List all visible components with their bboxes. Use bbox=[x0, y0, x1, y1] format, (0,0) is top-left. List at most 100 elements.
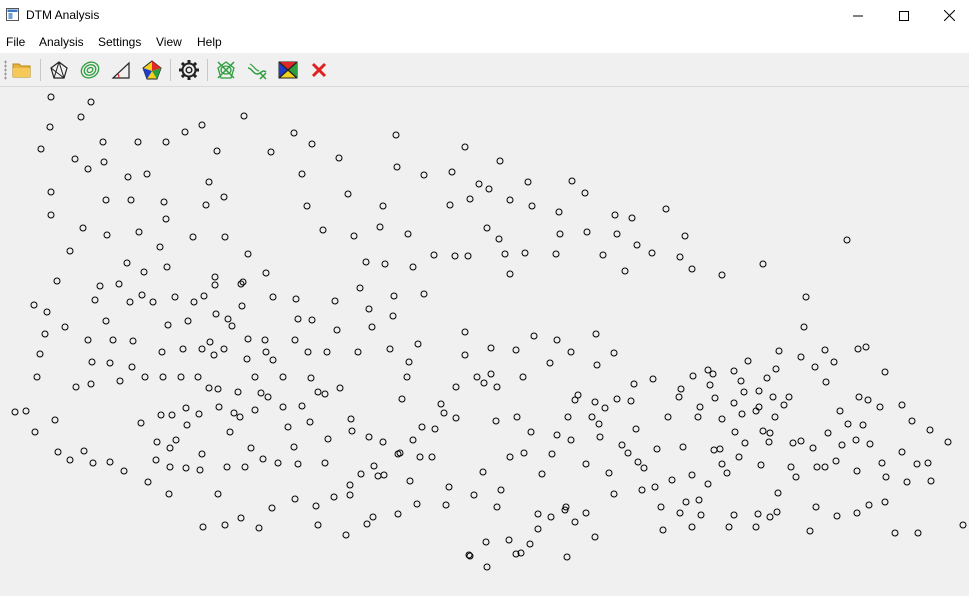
survey-point bbox=[496, 157, 504, 165]
settings-button[interactable] bbox=[178, 59, 200, 81]
survey-point bbox=[198, 345, 206, 353]
survey-point bbox=[662, 205, 670, 213]
survey-point bbox=[331, 297, 339, 305]
survey-point bbox=[54, 448, 62, 456]
menu-view[interactable]: View bbox=[156, 35, 182, 49]
survey-point bbox=[149, 298, 157, 306]
survey-point bbox=[376, 223, 384, 231]
maximize-button[interactable] bbox=[881, 0, 927, 31]
survey-point bbox=[211, 273, 219, 281]
survey-point bbox=[482, 538, 490, 546]
close-button[interactable] bbox=[926, 0, 969, 31]
survey-point bbox=[630, 380, 638, 388]
survey-point bbox=[213, 147, 221, 155]
survey-point bbox=[237, 514, 245, 522]
survey-point bbox=[513, 413, 521, 421]
survey-point bbox=[190, 298, 198, 306]
survey-point bbox=[179, 345, 187, 353]
close-icon bbox=[943, 10, 955, 21]
survey-point bbox=[556, 230, 564, 238]
survey-point bbox=[255, 524, 263, 532]
survey-point bbox=[393, 163, 401, 171]
survey-point bbox=[813, 463, 821, 471]
survey-point bbox=[418, 423, 426, 431]
survey-point bbox=[279, 403, 287, 411]
survey-point bbox=[120, 467, 128, 475]
survey-point bbox=[214, 385, 222, 393]
survey-point bbox=[852, 436, 860, 444]
survey-point bbox=[53, 277, 61, 285]
survey-point bbox=[521, 249, 529, 257]
slope-button[interactable] bbox=[110, 59, 132, 81]
menu-help[interactable]: Help bbox=[197, 35, 222, 49]
clear-all-button[interactable] bbox=[308, 59, 330, 81]
survey-point bbox=[613, 395, 621, 403]
clear-tin-icon bbox=[217, 61, 235, 79]
survey-point bbox=[244, 250, 252, 258]
survey-point bbox=[87, 98, 95, 106]
tin-button[interactable] bbox=[48, 59, 70, 81]
survey-point bbox=[772, 365, 780, 373]
survey-point bbox=[79, 224, 87, 232]
survey-point bbox=[323, 348, 331, 356]
menu-analysis[interactable]: Analysis bbox=[39, 35, 84, 49]
survey-point bbox=[581, 189, 589, 197]
toolbar-grip[interactable] bbox=[4, 60, 7, 80]
survey-point bbox=[347, 415, 355, 423]
survey-point bbox=[830, 358, 838, 366]
survey-point bbox=[43, 308, 51, 316]
survey-point bbox=[711, 394, 719, 402]
survey-point bbox=[596, 433, 604, 441]
menu-file[interactable]: File bbox=[6, 35, 25, 49]
survey-point bbox=[269, 293, 277, 301]
open-file-button[interactable] bbox=[11, 59, 33, 81]
survey-point bbox=[624, 449, 632, 457]
minimize-button[interactable] bbox=[835, 0, 881, 31]
survey-point bbox=[153, 438, 161, 446]
contours-icon bbox=[80, 61, 100, 79]
clear-aspect-button[interactable] bbox=[277, 59, 299, 81]
maximize-icon bbox=[899, 10, 909, 21]
survey-point bbox=[220, 345, 228, 353]
survey-point bbox=[290, 443, 298, 451]
survey-point bbox=[51, 416, 59, 424]
survey-point bbox=[944, 438, 952, 446]
survey-point bbox=[811, 363, 819, 371]
survey-point bbox=[221, 233, 229, 241]
minimize-icon bbox=[853, 15, 863, 16]
survey-point bbox=[129, 337, 137, 345]
survey-point bbox=[485, 185, 493, 193]
survey-point bbox=[718, 460, 726, 468]
survey-point bbox=[833, 512, 841, 520]
survey-point bbox=[506, 270, 514, 278]
survey-point bbox=[913, 460, 921, 468]
survey-point bbox=[379, 202, 387, 210]
survey-point bbox=[321, 459, 329, 467]
clear-tin-button[interactable] bbox=[215, 59, 237, 81]
survey-point bbox=[123, 259, 131, 267]
menu-settings[interactable]: Settings bbox=[98, 35, 141, 49]
survey-point bbox=[582, 509, 590, 517]
survey-point bbox=[927, 477, 935, 485]
survey-point bbox=[452, 383, 460, 391]
contours-button[interactable] bbox=[79, 59, 101, 81]
survey-point bbox=[368, 323, 376, 331]
survey-point bbox=[752, 523, 760, 531]
survey-point bbox=[697, 511, 705, 519]
survey-point bbox=[171, 293, 179, 301]
clear-contours-button[interactable] bbox=[246, 59, 268, 81]
survey-point bbox=[138, 291, 146, 299]
aspect-colored-icon bbox=[142, 60, 162, 80]
window-title: DTM Analysis bbox=[26, 8, 100, 22]
survey-point bbox=[640, 464, 648, 472]
dtm-canvas[interactable] bbox=[0, 87, 969, 596]
survey-point bbox=[244, 335, 252, 343]
survey-point bbox=[356, 284, 364, 292]
survey-point bbox=[106, 359, 114, 367]
survey-point bbox=[771, 413, 779, 421]
aspect-button[interactable] bbox=[141, 59, 163, 81]
survey-point bbox=[627, 397, 635, 405]
survey-point bbox=[506, 196, 514, 204]
survey-point bbox=[553, 336, 561, 344]
survey-point bbox=[403, 373, 411, 381]
